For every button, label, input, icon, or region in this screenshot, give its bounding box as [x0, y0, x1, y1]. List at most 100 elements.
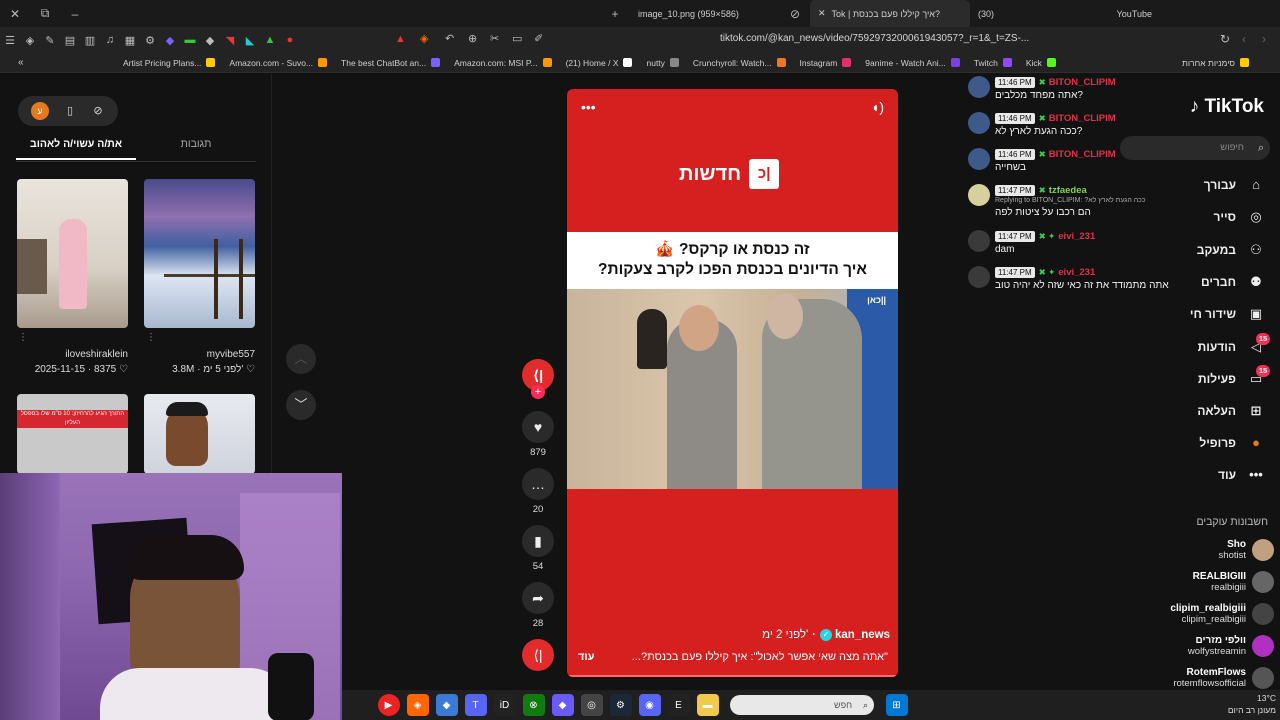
nav-item-home[interactable]: ⌂ עבורך — [1204, 177, 1266, 192]
video-thumbnail[interactable]: התורך הגיע להרחיזון: 10 ס"מ שלו בספסל הע… — [17, 394, 128, 474]
teams-icon[interactable]: T — [464, 694, 487, 716]
previous-video-button[interactable]: ︿ — [286, 344, 316, 374]
brave-icon[interactable]: ◈ — [406, 694, 429, 716]
obs-icon[interactable]: ◎ — [580, 694, 603, 716]
chat-username[interactable]: eivi_231 — [1058, 267, 1095, 278]
minimize-icon[interactable]: – — [60, 7, 90, 21]
tab-image[interactable]: image_10.png (959×586) — [630, 0, 780, 27]
tools-icon[interactable]: ✂ — [490, 32, 499, 45]
following-account[interactable]: clipim_realbigiii clipim_realbigiii — [1170, 603, 1274, 625]
tab-tiktok[interactable]: ✕ Tok | איך קיללו פעם בכנסת? — [810, 0, 970, 27]
extension-icon[interactable]: ● — [280, 34, 300, 46]
search-input[interactable]: חיפוש ⌕ — [1120, 136, 1270, 160]
video-thumbnail[interactable] — [17, 179, 128, 328]
extension-icon[interactable]: ◆ — [160, 34, 180, 47]
nav-item-more[interactable]: ••• עוד — [1218, 467, 1266, 482]
discord-icon[interactable]: ◉ — [638, 694, 661, 716]
extension-icon[interactable]: ▬ — [180, 34, 200, 46]
bookmark-item[interactable]: Kick — [1026, 58, 1060, 68]
zoom-icon[interactable]: ⊕ — [468, 32, 477, 45]
taskbar-search[interactable]: חפש ⌕ — [730, 695, 874, 715]
extension-icon[interactable]: ◆ — [200, 34, 220, 47]
address-bar[interactable]: tiktok.com/@kan_news/video/7592973200061… — [720, 33, 1029, 44]
bookmark-item[interactable]: Artist Pricing Plans... — [123, 58, 219, 68]
music-icon[interactable]: ♫ — [100, 34, 120, 46]
app-icon[interactable]: ◆ — [435, 694, 458, 716]
bookmark-item[interactable]: Amazon.com - Suvo... — [229, 58, 331, 68]
extension-icon[interactable]: ◣ — [240, 34, 260, 47]
tab-chat[interactable]: (30) — [970, 0, 1030, 27]
phone-icon[interactable]: ▯ — [63, 104, 77, 118]
nav-item-friends[interactable]: ⚉ חברים — [1201, 274, 1266, 290]
collapse-icon[interactable]: « — [0, 57, 123, 68]
following-account[interactable]: REALBIGIII realbigiii — [1193, 571, 1274, 593]
nav-item-upload[interactable]: ⊞ העלאה — [1197, 403, 1266, 419]
extension-icon[interactable]: ◥ — [220, 34, 240, 47]
thumb-user[interactable]: iloveshiraklein — [62, 349, 128, 360]
save-button[interactable]: ▮ 54 — [520, 525, 556, 572]
following-account[interactable]: וולפי מזרים wolfystreamin — [1188, 635, 1274, 657]
sound-button[interactable]: ⟨| — [520, 639, 556, 671]
menu-icon[interactable]: ☰ — [0, 34, 20, 47]
close-icon[interactable]: ✕ — [818, 8, 826, 19]
bookmark-item[interactable]: Twitch — [974, 58, 1016, 68]
tab-youtube[interactable]: YouTube — [1030, 0, 1160, 27]
share-button[interactable]: ➦ 28 — [520, 582, 556, 629]
compass-icon[interactable]: ⊘ — [91, 104, 105, 118]
back-icon[interactable]: ‹ — [1242, 32, 1246, 46]
nav-item-activity[interactable]: ▭ 15 פעילות — [1198, 365, 1270, 387]
like-button[interactable]: ♥ 879 — [520, 411, 556, 458]
new-tab-icon[interactable]: + — [600, 7, 630, 21]
tab-comments[interactable]: תגובות — [136, 138, 256, 160]
more-link[interactable]: עוד — [578, 651, 595, 663]
extension-icon[interactable]: ⚙ — [140, 34, 160, 47]
nav-item-user-plus[interactable]: ⚇ במעקב — [1197, 242, 1266, 258]
tiktok-logo[interactable]: ♪ TikTok — [1190, 96, 1264, 118]
chat-username[interactable]: tzfaedea — [1049, 185, 1087, 196]
bookmark-item[interactable]: Crunchyroll: Watch... — [693, 58, 790, 68]
pen-icon[interactable]: ✎ — [40, 34, 60, 47]
xbox-icon[interactable]: ⊗ — [522, 694, 545, 716]
nav-item-live[interactable]: ▣ שידור חי — [1190, 306, 1266, 322]
media-icon[interactable]: ▶ — [377, 694, 400, 716]
weather-widget[interactable]: 13°C מעונן רב היום — [1228, 692, 1276, 716]
id-icon[interactable]: iD — [493, 694, 516, 716]
nav-item-compass[interactable]: ◎ סייר — [1213, 209, 1266, 225]
window-icon[interactable]: ⧉ — [30, 6, 60, 21]
warning-icon[interactable]: ▲ — [395, 33, 406, 45]
pen-icon[interactable]: ✐ — [534, 32, 543, 45]
bookmark-item[interactable]: Amazon.com: MSI P... — [454, 58, 555, 68]
bookmark-item[interactable]: (21) Home / X — [566, 58, 637, 68]
more-icon[interactable]: ⋮ — [18, 332, 28, 343]
reload-icon[interactable]: ↻ — [1220, 32, 1230, 46]
epic-icon[interactable]: E — [667, 694, 690, 716]
nav-item-profile[interactable]: ● פרופיל — [1199, 435, 1266, 450]
video-thumbnail[interactable] — [144, 179, 255, 328]
extension-icon[interactable]: ▲ — [260, 34, 280, 46]
chat-username[interactable]: BITON_CLIPIM — [1049, 77, 1116, 88]
following-account[interactable]: Sho shotist — [1219, 539, 1274, 561]
progress-bar[interactable] — [567, 675, 898, 677]
windows-icon[interactable]: ⊞ — [885, 694, 908, 716]
bookmark-item[interactable]: The best ChatBot an... — [341, 58, 444, 68]
video-thumbnail[interactable] — [144, 394, 255, 474]
comment-button[interactable]: … 20 — [520, 468, 556, 515]
close-icon[interactable]: ✕ — [0, 7, 30, 21]
steam-icon[interactable]: ⚙ — [609, 694, 632, 716]
bookmark-item[interactable]: 9anime - Watch Ani... — [865, 58, 963, 68]
follow-plus-icon[interactable]: + — [531, 385, 545, 399]
chat-username[interactable]: BITON_CLIPIM — [1049, 113, 1116, 124]
tab-you-may-like[interactable]: את/ה עשוי/ה לאהוב — [16, 138, 136, 160]
chat-username[interactable]: BITON_CLIPIM — [1049, 149, 1116, 160]
speaker-icon[interactable]: ◖) — [871, 99, 884, 115]
following-account[interactable]: RotemFlows rotemflowsofficial — [1173, 667, 1274, 689]
avatar[interactable]: ע — [31, 102, 49, 120]
nav-item-message[interactable]: ◁ 15 הודעות — [1198, 333, 1270, 355]
bookmark-item[interactable]: סימניות אחרות — [1182, 58, 1253, 68]
shield-icon[interactable]: ◈ — [20, 34, 40, 47]
video-player[interactable]: ••• ◖) חדשות כ| זה כנסת או קרקס? 🎪 איך ה… — [567, 89, 898, 677]
window-icon[interactable]: ▭ — [512, 32, 522, 45]
chat-username[interactable]: eivi_231 — [1058, 231, 1095, 242]
search-icon[interactable]: ⌕ — [1258, 136, 1264, 160]
bookmark-item[interactable]: nutty — [646, 58, 682, 68]
